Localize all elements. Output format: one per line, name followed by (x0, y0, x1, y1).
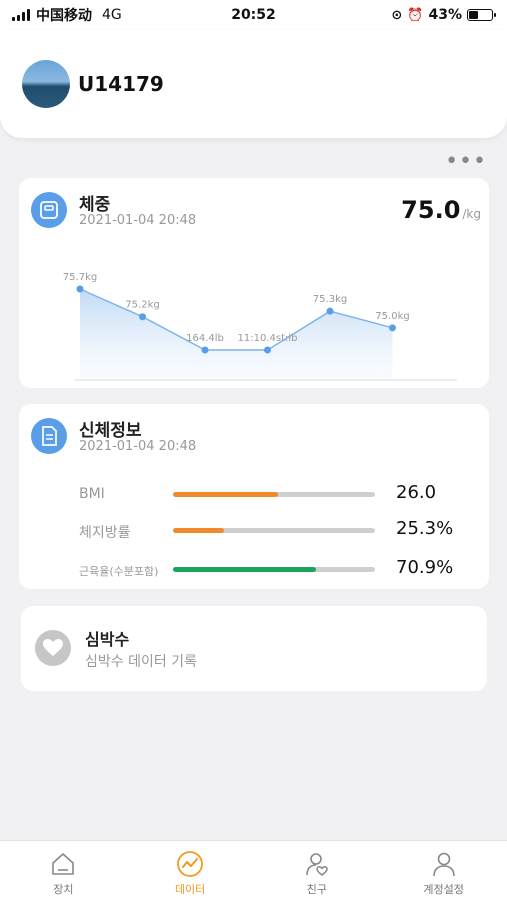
body-info-date: 2021-01-04 20:48 (79, 439, 197, 454)
heart-icon (35, 630, 71, 666)
weight-point (326, 307, 334, 315)
metric-label: 근육율(수분포함) (79, 565, 159, 578)
avatar[interactable] (22, 60, 70, 108)
metric-label: BMI (79, 486, 105, 502)
weight-chart: 75.7kg 75.2kg 164.4lb 11:10.4st:lb 75.3kg 75.… (63, 272, 457, 381)
nav-item-account[interactable]: 계정설정 (380, 841, 507, 900)
weight-point-label: 75.3kg (313, 294, 347, 305)
weight-point (76, 285, 84, 293)
weight-card[interactable]: 체중 2021-01-04 20:48 75.0 /kg 75.7kg 75.2k… (19, 178, 489, 388)
body-info-title: 신체정보 (79, 421, 142, 441)
nav-label: 친구 (306, 883, 327, 896)
metric-row-bmi: BMI 26.0 (19, 482, 489, 506)
metric-row-muscle: 근육율(수분포함) 70.9% (19, 557, 489, 581)
metric-value: 70.9% (396, 557, 454, 578)
home-icon (48, 849, 78, 879)
nav-label: 데이터 (174, 883, 206, 896)
weight-point (139, 313, 146, 321)
network-label: 4G (102, 7, 122, 23)
carrier-label: 中国移动 (36, 8, 92, 24)
account-icon (429, 849, 459, 879)
weight-point-label: 164.4lb (186, 333, 224, 344)
battery-icon (467, 9, 496, 21)
battery-percent: 43% (428, 7, 462, 23)
nav-item-device[interactable]: 장치 (0, 841, 127, 900)
weight-point-label: 75.7kg (63, 272, 97, 283)
metric-bar (173, 567, 375, 572)
status-bar: 中国移动 4G 20:52 ⊙ ⏰ 43% (0, 0, 507, 30)
heart-rate-card[interactable]: 심박수 심박수 데이터 기록 (21, 606, 487, 691)
metric-bar (173, 528, 375, 533)
profile-header: U14179 (0, 30, 507, 138)
weight-point (201, 346, 209, 354)
data-icon (175, 849, 205, 879)
weight-point (389, 324, 396, 332)
weight-point-label: 11:10.4st:lb (238, 333, 298, 344)
alarm-icon: ⏰ (407, 7, 424, 23)
bottom-nav: 장치 데이터 친구 계정설정 (0, 840, 507, 900)
heart-rate-title: 심박수 (85, 630, 130, 649)
username: U14179 (78, 72, 164, 96)
nav-label: 장치 (53, 883, 74, 896)
metric-value: 25.3% (396, 518, 454, 539)
weight-point (264, 346, 271, 354)
metric-value: 26.0 (396, 482, 437, 503)
body-info-card[interactable]: 신체정보 2021-01-04 20:48 BMI 26.0 체지방률 25.3… (19, 404, 489, 589)
clock: 20:52 (231, 7, 276, 23)
heart-rate-subtitle: 심박수 데이터 기록 (85, 654, 197, 670)
nav-item-data[interactable]: 데이터 (127, 841, 254, 900)
metric-row-body-fat: 체지방률 25.3% (19, 518, 489, 542)
signal-icon (12, 9, 30, 21)
nav-label: 계정설정 (423, 883, 464, 896)
metric-bar (173, 492, 375, 497)
nav-item-friends[interactable]: 친구 (254, 841, 381, 900)
more-options-icon[interactable]: ••• (445, 151, 487, 173)
weight-point-label: 75.2kg (125, 300, 159, 311)
friends-icon (302, 849, 332, 879)
weight-point-label: 75.0kg (375, 311, 409, 322)
metric-label: 체지방률 (79, 525, 131, 541)
document-icon (31, 418, 67, 454)
orientation-lock-icon: ⊙ (391, 7, 403, 23)
